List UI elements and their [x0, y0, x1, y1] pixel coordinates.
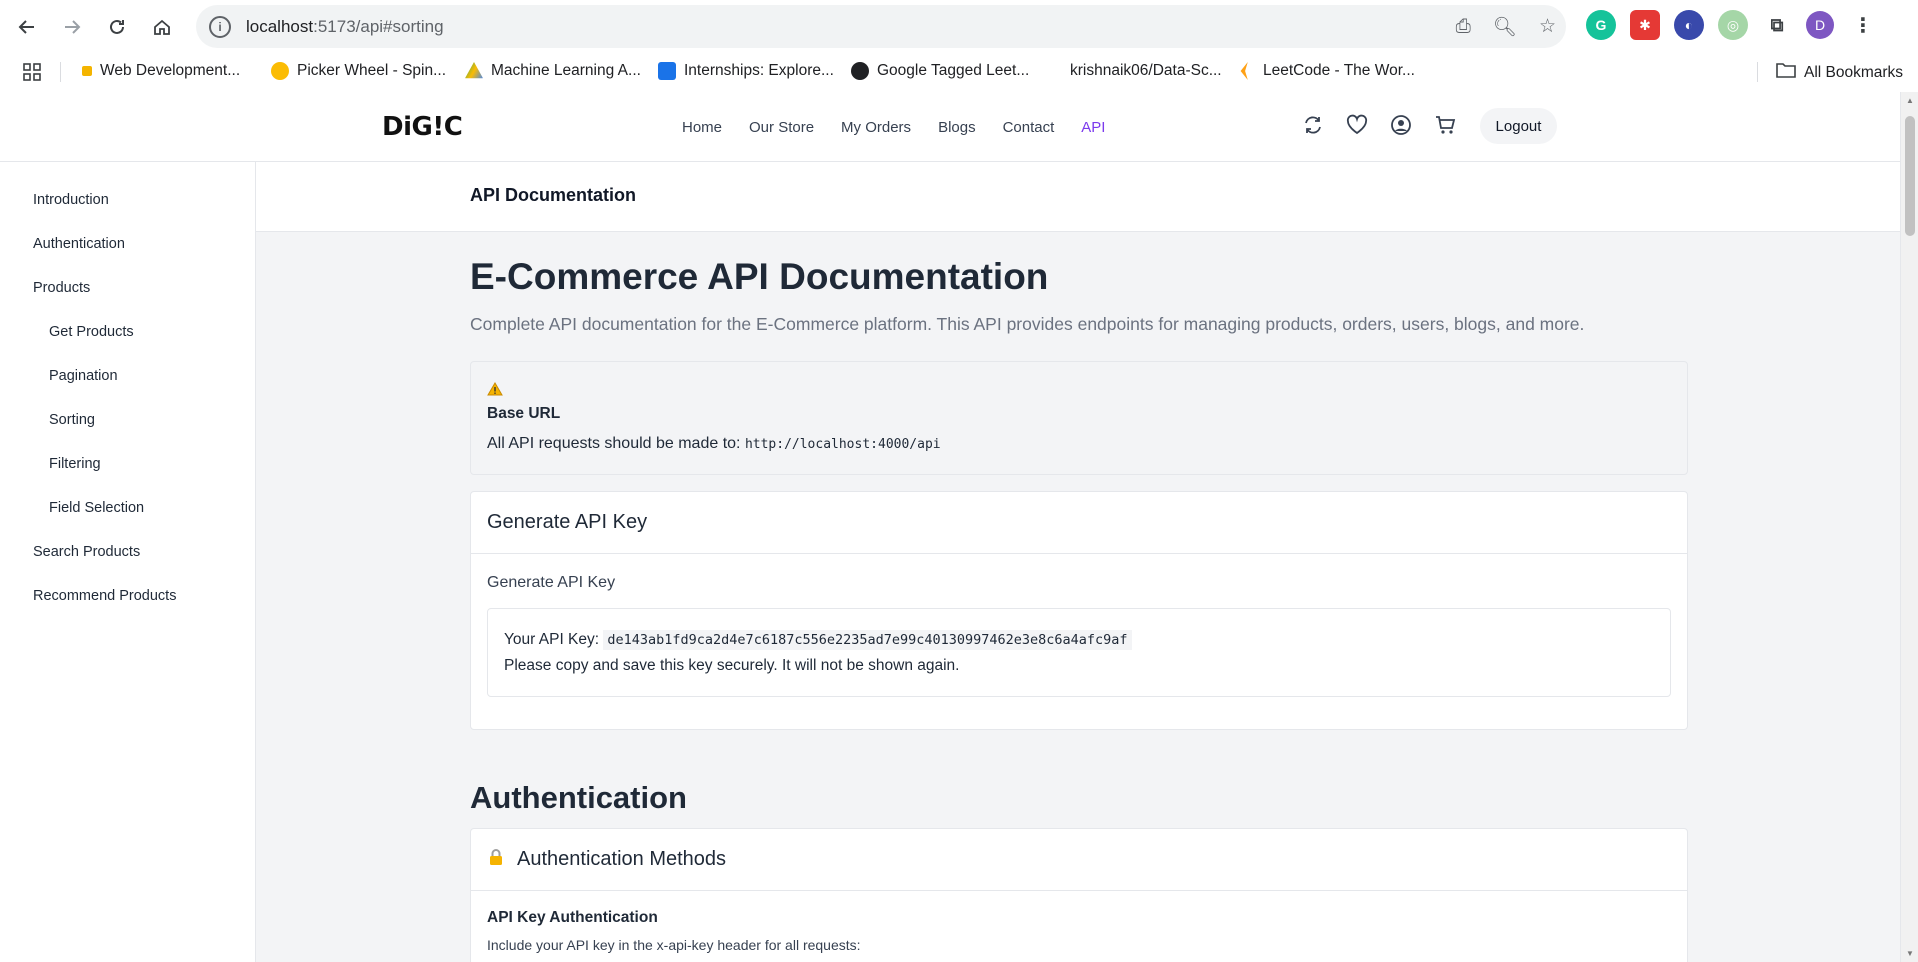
sidebar-item-products[interactable]: Products: [0, 266, 255, 310]
docs-main: API Documentation E-Commerce API Documen…: [256, 162, 1900, 962]
leetcode-icon: [1240, 62, 1248, 80]
sidebar-item-get-products[interactable]: Get Products: [0, 310, 255, 354]
bookmark-item[interactable]: Google Tagged Leet...: [851, 62, 1029, 80]
browser-toolbar: i localhost:5173/api#sorting ⎙ 🔍︎ ☆ G ✱ …: [0, 0, 1918, 52]
main-nav: Home Our Store My Orders Blogs Contact A…: [682, 92, 1132, 162]
base-url-title: Base URL: [487, 405, 561, 422]
bookmark-icon: [82, 66, 92, 76]
profile-avatar[interactable]: D: [1806, 11, 1834, 39]
bookmark-item[interactable]: Machine Learning A...: [465, 62, 641, 80]
base-url-desc: All API requests should be made to: http…: [487, 435, 941, 452]
bookmark-icon: [271, 62, 289, 80]
nav-contact[interactable]: Contact: [1003, 119, 1055, 136]
authentication-heading: Authentication: [470, 780, 687, 815]
page-title: E-Commerce API Documentation: [470, 256, 1049, 297]
url-text[interactable]: localhost:5173/api#sorting: [246, 17, 444, 37]
globe-icon: [851, 62, 869, 80]
folder-icon: [1776, 62, 1796, 83]
sidebar-item-authentication[interactable]: Authentication: [0, 222, 255, 266]
nav-home[interactable]: Home: [682, 119, 722, 136]
logout-button[interactable]: Logout: [1480, 108, 1557, 144]
sidebar-item-introduction[interactable]: Introduction: [0, 178, 255, 222]
auth-methods-title: Authentication Methods: [517, 848, 727, 870]
extension-icon[interactable]: ◐: [1674, 10, 1704, 40]
bookmark-star-icon[interactable]: ☆: [1539, 15, 1556, 38]
back-icon[interactable]: [10, 10, 44, 44]
docs-sidebar: Introduction Authentication Products Get…: [0, 162, 256, 962]
api-key-value[interactable]: de143ab1fd9ca2d4e7c6187c556e2235ad7e99c4…: [603, 630, 1132, 650]
bookmark-item[interactable]: Picker Wheel - Spin...: [271, 62, 446, 80]
generate-api-key-button[interactable]: Generate API Key: [487, 574, 1671, 592]
page-lead: Complete API documentation for the E-Com…: [470, 314, 1585, 334]
forward-icon[interactable]: [55, 10, 89, 44]
sidebar-item-recommend-products[interactable]: Recommend Products: [0, 574, 255, 618]
compare-icon[interactable]: [1302, 114, 1324, 142]
nav-blogs[interactable]: Blogs: [938, 119, 976, 136]
auth-methods-card: Authentication Methods API Key Authentic…: [470, 828, 1688, 962]
sidebar-item-filtering[interactable]: Filtering: [0, 442, 255, 486]
menu-kebab-icon[interactable]: ⋮: [1848, 10, 1878, 40]
sidebar-item-search-products[interactable]: Search Products: [0, 530, 255, 574]
bookmark-icon: [1044, 62, 1062, 80]
wishlist-heart-icon[interactable]: [1346, 114, 1368, 142]
nav-api[interactable]: API: [1081, 119, 1105, 136]
base-url-callout: Base URL All API requests should be made…: [470, 361, 1688, 475]
api-key-card: Generate API Key Generate API Key Your A…: [470, 491, 1688, 730]
site-header: DiG!C Home Our Store My Orders Blogs Con…: [0, 92, 1900, 162]
site-info-icon[interactable]: i: [209, 15, 231, 38]
reload-icon[interactable]: [100, 10, 134, 44]
extensions-puzzle-icon[interactable]: ⧉: [1762, 10, 1792, 40]
install-app-icon[interactable]: ⎙: [1456, 16, 1471, 38]
user-account-icon[interactable]: [1390, 114, 1412, 142]
bookmark-icon: [658, 62, 676, 80]
all-bookmarks[interactable]: All Bookmarks: [1776, 62, 1903, 83]
lock-icon: [487, 848, 505, 872]
grammarly-extension-icon[interactable]: G: [1586, 10, 1616, 40]
base-url-value: http://localhost:4000/api: [744, 437, 941, 452]
bookmark-item[interactable]: Web Development...: [82, 62, 240, 80]
nav-my-orders[interactable]: My Orders: [841, 119, 911, 136]
bookmark-item[interactable]: Internships: Explore...: [658, 62, 834, 80]
home-icon[interactable]: [145, 10, 179, 44]
zoom-icon[interactable]: 🔍︎: [1493, 15, 1517, 39]
warning-icon: [487, 382, 1671, 399]
drive-icon: [465, 62, 483, 79]
page-scrollbar[interactable]: ▲ ▼: [1900, 92, 1918, 962]
apps-grid-icon[interactable]: [22, 62, 42, 87]
extension-icon[interactable]: ◎: [1718, 10, 1748, 40]
bookmark-item[interactable]: LeetCode - The Wor...: [1237, 62, 1415, 80]
address-bar[interactable]: i localhost:5173/api#sorting ⎙ 🔍︎ ☆: [196, 5, 1566, 48]
sidebar-item-field-selection[interactable]: Field Selection: [0, 486, 255, 530]
bookmarks-bar: Web Development... Picker Wheel - Spin..…: [0, 52, 1918, 92]
scroll-thumb[interactable]: [1905, 116, 1915, 236]
sidebar-item-sorting[interactable]: Sorting: [0, 398, 255, 442]
scroll-up-arrow[interactable]: ▲: [1906, 96, 1914, 105]
sidebar-item-pagination[interactable]: Pagination: [0, 354, 255, 398]
docs-top-bar: API Documentation: [256, 162, 1900, 232]
site-logo[interactable]: DiG!C: [382, 112, 463, 142]
bookmark-item[interactable]: krishnaik06/Data-Sc...: [1044, 62, 1222, 80]
cart-icon[interactable]: [1434, 114, 1456, 142]
extension-icon[interactable]: ✱: [1630, 10, 1660, 40]
nav-our-store[interactable]: Our Store: [749, 119, 814, 136]
api-key-card-title: Generate API Key: [471, 492, 1687, 554]
api-key-auth-desc: Include your API key in the x-api-key he…: [487, 937, 861, 953]
api-key-auth-title: API Key Authentication: [487, 909, 658, 926]
scroll-down-arrow[interactable]: ▼: [1906, 949, 1914, 958]
api-key-box: Your API Key: de143ab1fd9ca2d4e7c6187c55…: [487, 608, 1671, 697]
docs-bar-title: API Documentation: [470, 185, 637, 205]
api-key-note: Please copy and save this key securely. …: [504, 657, 960, 674]
